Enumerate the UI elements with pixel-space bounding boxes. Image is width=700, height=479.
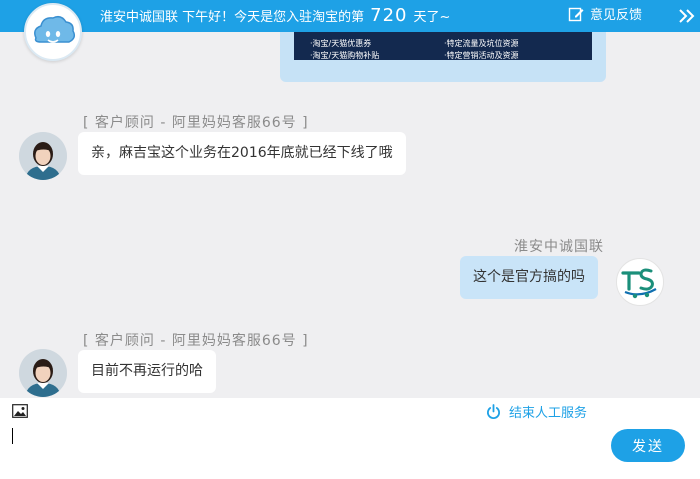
send-button[interactable]: 发送 (611, 429, 685, 462)
agent-avatar[interactable] (19, 132, 67, 180)
greeting-suffix: 天了~ (413, 10, 451, 25)
promo-list-right: ·特定流量及坑位资源 ·特定营销活动及资源 (444, 38, 519, 60)
end-service-button[interactable]: 结束人工服务 (486, 404, 587, 424)
message-composer: 结束人工服务 发送 (0, 398, 700, 479)
promo-list-left: ·淘宝/天猫优惠券 ·淘宝/天猫购物补贴 (310, 38, 379, 60)
greeting-prefix: 淮安中诚国联 下午好！今天是您入驻淘宝的第 (100, 10, 365, 25)
message-bubble: 亲，麻吉宝这个业务在2016年底就已经下线了哦 (78, 132, 406, 175)
end-service-label: 结束人工服务 (509, 406, 588, 421)
power-icon (487, 404, 500, 419)
message-sender: [ 客户顾问 - 阿里妈妈客服66号 ] (83, 115, 309, 131)
promo-item: ·淘宝/天猫优惠券 (310, 39, 372, 48)
feedback-link[interactable]: 意见反馈 (568, 0, 642, 32)
promo-item: ·特定流量及坑位资源 (444, 39, 519, 48)
top-header: 淮安中诚国联 下午好！今天是您入驻淘宝的第 720 天了~ 意见反馈 (0, 0, 700, 61)
cloud-logo-icon (34, 15, 76, 43)
person-icon (19, 132, 67, 180)
edit-icon (568, 7, 584, 22)
image-icon[interactable] (12, 404, 28, 418)
promo-item: ·淘宝/天猫购物补贴 (310, 51, 380, 60)
message-sender: [ 客户顾问 - 阿里妈妈客服66号 ] (83, 333, 309, 349)
days-count: 720 (370, 5, 408, 26)
person-icon (19, 349, 67, 397)
double-chevron-right-icon[interactable] (678, 8, 696, 24)
agent-avatar[interactable] (19, 349, 67, 397)
brand-logo-avatar[interactable] (616, 258, 664, 306)
feedback-label: 意见反馈 (590, 8, 643, 23)
message-bubble: 目前不再运行的哈 (78, 350, 216, 393)
message-bubble: 这个是官方搞的吗 (460, 256, 598, 299)
promo-banner: ·淘宝/天猫优惠券 ·淘宝/天猫购物补贴 ·特定流量及坑位资源 ·特定营销活动及… (294, 32, 592, 60)
promo-item: ·特定营销活动及资源 (444, 51, 519, 60)
service-logo (24, 3, 82, 61)
promo-card: ·淘宝/天猫优惠券 ·淘宝/天猫购物补贴 ·特定流量及坑位资源 ·特定营销活动及… (280, 32, 606, 82)
text-caret (12, 428, 13, 444)
message-input[interactable] (10, 424, 600, 468)
brand-logo-icon (621, 268, 657, 299)
chat-history[interactable]: ·淘宝/天猫优惠券 ·淘宝/天猫购物补贴 ·特定流量及坑位资源 ·特定营销活动及… (0, 32, 700, 398)
message-sender: 淮安中诚国联 (514, 239, 604, 255)
greeting-text: 淮安中诚国联 下午好！今天是您入驻淘宝的第 720 天了~ (100, 0, 450, 32)
